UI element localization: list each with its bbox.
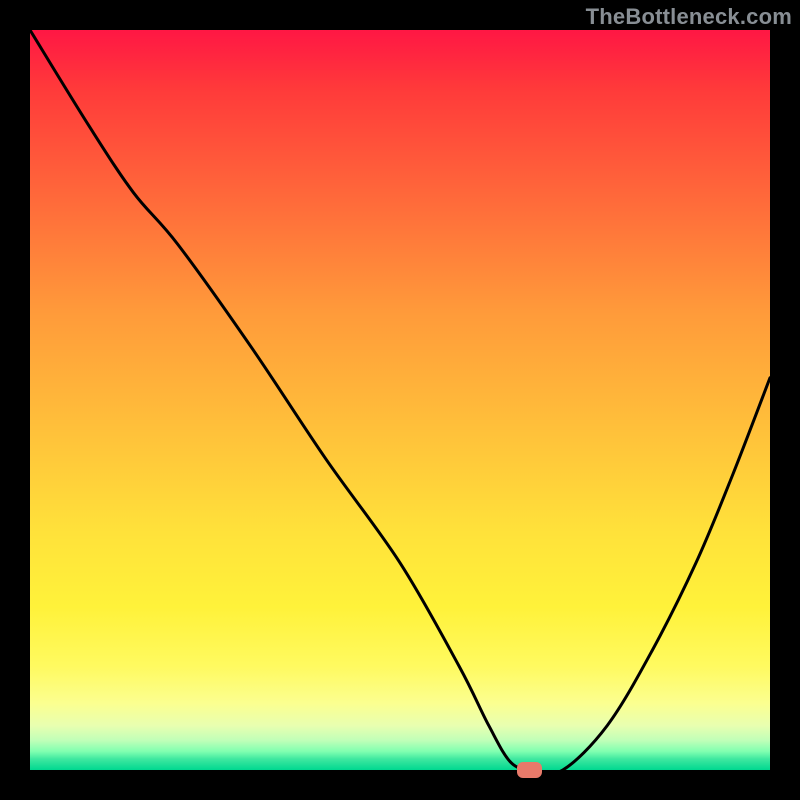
watermark-text: TheBottleneck.com: [586, 4, 792, 30]
chart-container: TheBottleneck.com: [0, 0, 800, 800]
bottleneck-curve: [30, 30, 770, 770]
optimal-marker: [517, 762, 543, 778]
plot-area: [30, 30, 770, 770]
curve-svg: [30, 30, 770, 770]
